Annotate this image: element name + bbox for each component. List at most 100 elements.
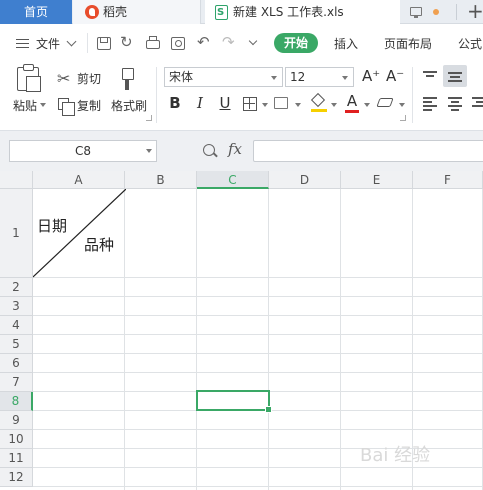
grid-column-line [196, 189, 197, 490]
align-right-icon[interactable] [472, 97, 483, 109]
italic-button[interactable]: I [191, 94, 209, 112]
row-header-11[interactable]: 11 [0, 449, 33, 468]
function-fx-icon[interactable]: fx [228, 140, 242, 158]
grid-row-line [33, 353, 483, 354]
row-header-1[interactable]: 1 [0, 189, 33, 278]
tab-bar: 首页 稻壳 新建 XLS 工作表.xls + [0, 0, 483, 25]
font-name-value: 宋体 [169, 70, 194, 84]
row-header-4[interactable]: 4 [0, 316, 33, 335]
paste-dropdown-icon[interactable] [40, 103, 46, 107]
align-left-icon[interactable] [423, 97, 437, 111]
menu-hamburger-icon[interactable] [16, 39, 29, 48]
print-preview-icon[interactable] [171, 37, 185, 50]
copy-label[interactable]: 复制 [77, 97, 101, 114]
row-header-3[interactable]: 3 [0, 297, 33, 316]
grow-font-button[interactable]: A⁺ [362, 67, 380, 85]
tab-home[interactable]: 首页 [0, 0, 72, 24]
font-group-launcher-icon[interactable] [400, 115, 406, 121]
paste-icon[interactable] [17, 64, 41, 92]
menu-file[interactable]: 文件 [36, 35, 60, 52]
baidu-watermark: Bai 经验 [360, 445, 431, 466]
column-header-d[interactable]: D [269, 171, 341, 189]
align-top-icon[interactable] [423, 70, 437, 82]
tab-insert[interactable]: 插入 [334, 35, 358, 52]
borders-icon[interactable] [243, 97, 257, 111]
clipboard-group-launcher-icon[interactable] [146, 115, 152, 121]
new-tab-button[interactable]: + [467, 0, 483, 24]
monitor-icon[interactable] [410, 7, 422, 18]
font-color-swatch [345, 110, 359, 113]
name-box[interactable]: C8 [9, 140, 157, 162]
print-icon[interactable] [146, 36, 160, 49]
row-header-9[interactable]: 9 [0, 411, 33, 430]
tab-docer-label: 稻壳 [103, 5, 128, 19]
scissors-icon[interactable]: ✂ [57, 69, 70, 88]
row-header-12[interactable]: 12 [0, 468, 33, 487]
column-header-a[interactable]: A [33, 171, 125, 189]
spreadsheet-file-icon [215, 1, 228, 25]
cut-label[interactable]: 剪切 [77, 70, 101, 87]
formula-input[interactable] [253, 140, 483, 162]
format-painter-label[interactable]: 格式刷 [111, 97, 147, 114]
row-header-8[interactable]: 8 [0, 392, 33, 411]
copy-icon[interactable] [58, 98, 75, 116]
row-header-5[interactable]: 5 [0, 335, 33, 354]
spreadsheet-grid[interactable]: A B C D E F 1 2 3 4 5 6 7 8 9 10 11 12 日期 品种 Bai 经验 [0, 171, 483, 490]
ribbon-toolbar: 粘贴 ✂ 剪切 复制 格式刷 宋体 12 A⁺ A⁻ B I U A [0, 61, 483, 131]
fill-color-icon[interactable] [310, 92, 326, 108]
tab-start[interactable]: 开始 [274, 33, 318, 53]
row-header-7[interactable]: 7 [0, 373, 33, 392]
menu-row: 文件 ↻ ↶ ↷ 开始 插入 页面布局 公式 [0, 25, 483, 61]
align-middle-icon [448, 70, 462, 82]
bold-button[interactable]: B [166, 94, 184, 112]
notification-dot-icon[interactable] [433, 9, 439, 15]
chevron-down-icon[interactable] [262, 103, 268, 107]
paste-label[interactable]: 粘贴 [13, 97, 37, 114]
underline-button[interactable]: U [216, 94, 234, 112]
grid-row-line [33, 486, 483, 487]
quick-access-more-icon[interactable] [248, 36, 258, 46]
row-header-10[interactable]: 10 [0, 430, 33, 449]
font-name-select[interactable]: 宋体 [164, 67, 283, 87]
align-center-icon[interactable] [448, 97, 462, 111]
selected-cell-c8[interactable] [196, 390, 272, 413]
chevron-down-icon[interactable] [66, 36, 77, 47]
tab-page-layout[interactable]: 页面布局 [384, 35, 432, 52]
chevron-down-icon[interactable] [331, 103, 337, 107]
tab-file-label: 新建 XLS 工作表.xls [233, 5, 344, 19]
ribbon-divider [412, 67, 413, 123]
grid-row-line [33, 315, 483, 316]
ribbon-divider [156, 67, 157, 123]
redo-icon[interactable]: ↷ [222, 33, 235, 51]
zoom-search-icon[interactable] [203, 144, 215, 156]
cell-a1-date-label: 日期 [37, 217, 68, 235]
undo-icon[interactable]: ↶ [197, 33, 210, 51]
shrink-font-button[interactable]: A⁻ [386, 67, 404, 85]
grid-row-line [33, 372, 483, 373]
chevron-down-icon[interactable] [364, 103, 370, 107]
column-header-b[interactable]: B [125, 171, 197, 189]
docer-logo-icon [85, 5, 99, 19]
format-painter-icon[interactable] [121, 68, 135, 90]
select-all-corner[interactable] [0, 171, 33, 189]
save-icon[interactable] [97, 37, 111, 50]
font-size-select[interactable]: 12 [285, 67, 354, 87]
font-color-button[interactable]: A [343, 92, 361, 110]
chevron-down-icon[interactable] [295, 103, 301, 107]
column-header-f[interactable]: F [413, 171, 483, 189]
grid-row-line [33, 296, 483, 297]
row-header-6[interactable]: 6 [0, 354, 33, 373]
fill-pattern-icon[interactable] [274, 97, 288, 109]
grid-row-line [33, 334, 483, 335]
column-header-c[interactable]: C [197, 171, 269, 189]
align-middle-button[interactable] [443, 65, 467, 87]
tab-docer[interactable]: 稻壳 [73, 0, 201, 24]
tab-formula[interactable]: 公式 [458, 35, 482, 52]
clear-eraser-icon[interactable] [376, 98, 394, 107]
tab-current-file[interactable]: 新建 XLS 工作表.xls [205, 0, 400, 25]
row-header-2[interactable]: 2 [0, 278, 33, 297]
chevron-down-icon [271, 76, 277, 80]
column-header-e[interactable]: E [341, 171, 413, 189]
chevron-down-icon[interactable] [399, 103, 405, 107]
export-icon[interactable]: ↻ [120, 33, 133, 51]
